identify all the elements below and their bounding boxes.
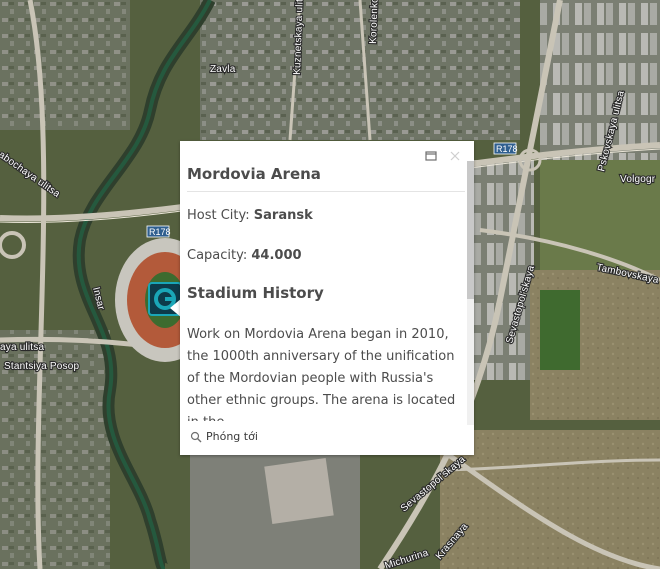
zoom-icon (190, 431, 202, 442)
popup-actions (424, 149, 462, 163)
popup-title: Mordovia Arena (187, 165, 465, 192)
green-patches (540, 290, 580, 370)
mall-roof (264, 457, 334, 525)
host-city-field: Host City: Saransk (187, 208, 463, 224)
urban-area-west (0, 0, 130, 130)
history-text: Work on Mordovia Arena began in 2010, th… (187, 327, 456, 421)
popup-content[interactable]: Host City: Saransk Capacity: 44.000 Stad… (187, 203, 463, 421)
capacity-value: 44.000 (251, 248, 302, 263)
host-city-value: Saransk (253, 208, 313, 223)
capacity-label: Capacity: (187, 248, 252, 263)
capacity-field: Capacity: 44.000 (187, 248, 463, 264)
host-city-label: Host City: (187, 208, 254, 223)
label-stantsiya: Stantsiya Posop (4, 361, 80, 372)
zoom-to-action[interactable]: Phóng tới (190, 430, 258, 443)
svg-text:R178: R178 (149, 227, 171, 237)
section-heading: Stadium History (187, 284, 324, 302)
label-zavla: Zavla (210, 64, 236, 75)
scrollbar-thumb[interactable] (467, 161, 474, 299)
label-ulitsa: aya ulitsa (0, 342, 44, 353)
svg-text:R178: R178 (496, 144, 518, 154)
maximize-icon[interactable] (424, 149, 438, 163)
feature-popup: Mordovia Arena Host City: Saransk Capaci… (180, 141, 474, 455)
label-volgogr: Volgogr (620, 174, 656, 185)
label-korolenko: Korolenko (368, 0, 381, 44)
zoom-label: Phóng tới (206, 430, 258, 443)
route-shield-r178-west: R178 (146, 225, 171, 238)
route-shield-r178-east: R178 (493, 142, 518, 155)
close-icon[interactable] (448, 149, 462, 163)
popup-scrollbar[interactable] (467, 161, 474, 425)
